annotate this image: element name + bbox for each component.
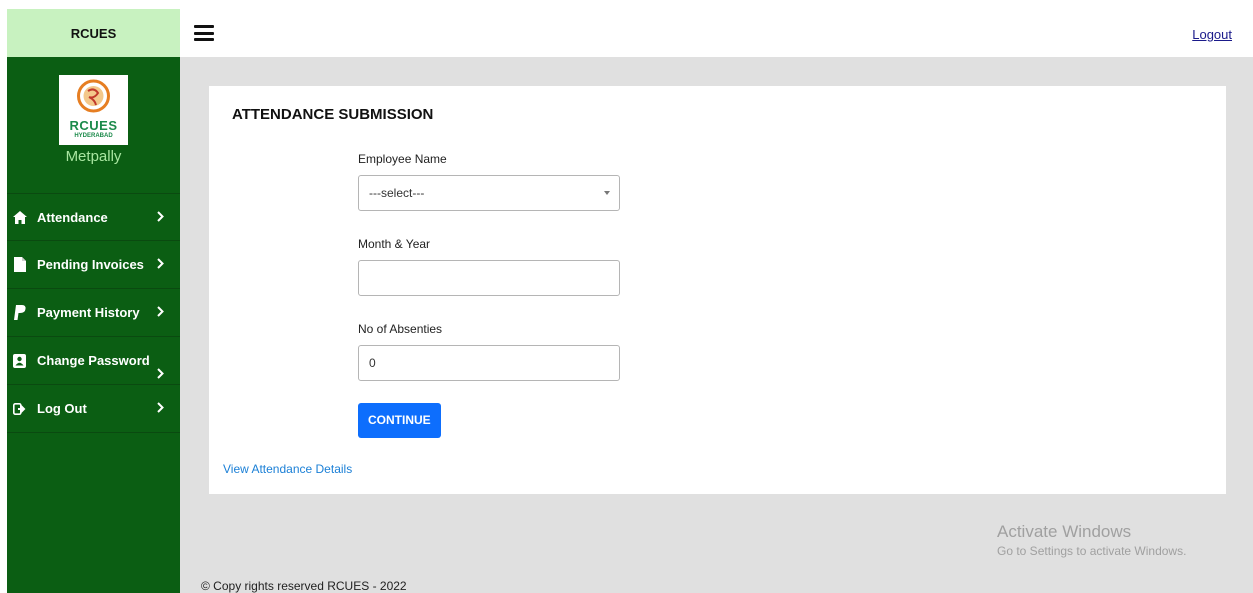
sidebar: RCUES RCUES HYDERABAD Metpally Attendanc… [7, 9, 180, 593]
watermark-title: Activate Windows [997, 522, 1132, 541]
month-year-input[interactable] [358, 260, 620, 296]
sidebar-item-label: Log Out [37, 401, 87, 416]
top-bar: Logout [180, 9, 1253, 57]
sidebar-item-label: Attendance [37, 209, 108, 225]
chevron-right-icon [157, 367, 164, 382]
sidebar-nav: Attendance Pending Invoices Payment Hist… [7, 193, 180, 433]
month-year-label: Month & Year [358, 237, 431, 251]
sidebar-item-attendance[interactable]: Attendance [7, 193, 180, 241]
chevron-right-icon [157, 257, 164, 272]
watermark-subtitle: Go to Settings to activate Windows. [997, 544, 1187, 558]
address-book-icon [7, 353, 31, 368]
sidebar-item-label: Change Password [37, 353, 150, 368]
rcues-logo: RCUES HYDERABAD [59, 75, 128, 145]
file-icon [7, 257, 31, 272]
chevron-right-icon [157, 210, 164, 225]
chevron-right-icon [157, 305, 164, 320]
absenties-label: No of Absenties [358, 322, 443, 336]
logo-text: RCUES [69, 118, 118, 133]
sidebar-item-payment-history[interactable]: Payment History [7, 289, 180, 337]
attendance-form: Employee Name ---select--- Month & Year … [358, 152, 620, 438]
sidebar-item-log-out[interactable]: Log Out [7, 385, 180, 433]
chevron-right-icon [157, 401, 164, 416]
logo-area: RCUES HYDERABAD Metpally [7, 57, 180, 193]
main-content: ATTENDANCE SUBMISSION Employee Name ---s… [180, 57, 1253, 593]
continue-button[interactable]: CONTINUE [358, 403, 441, 438]
absenties-input[interactable]: 0 [358, 345, 620, 381]
view-attendance-details-link[interactable]: View Attendance Details [223, 462, 352, 476]
page-title: ATTENDANCE SUBMISSION [232, 106, 434, 123]
branch-name: Metpally [65, 148, 122, 165]
employee-name-label: Employee Name [358, 152, 447, 166]
sidebar-item-change-password[interactable]: Change Password [7, 337, 180, 385]
sidebar-item-label: Pending Invoices [37, 257, 144, 272]
hamburger-menu-icon[interactable] [194, 25, 214, 41]
activate-windows-watermark: Activate Windows Go to Settings to activ… [997, 522, 1186, 558]
logout-link[interactable]: Logout [1192, 27, 1232, 42]
logo-subtext: HYDERABAD [74, 133, 113, 139]
footer-copyright: © Copy rights reserved RCUES - 2022 [201, 579, 407, 593]
employee-name-select[interactable]: ---select--- [358, 175, 620, 211]
paypal-icon [7, 305, 31, 320]
sign-out-icon [7, 402, 31, 415]
attendance-card: ATTENDANCE SUBMISSION Employee Name ---s… [209, 86, 1226, 494]
brand-name: RCUES [7, 9, 180, 57]
home-icon [7, 210, 31, 224]
sidebar-item-pending-invoices[interactable]: Pending Invoices [7, 241, 180, 289]
sidebar-item-label: Payment History [37, 305, 140, 320]
